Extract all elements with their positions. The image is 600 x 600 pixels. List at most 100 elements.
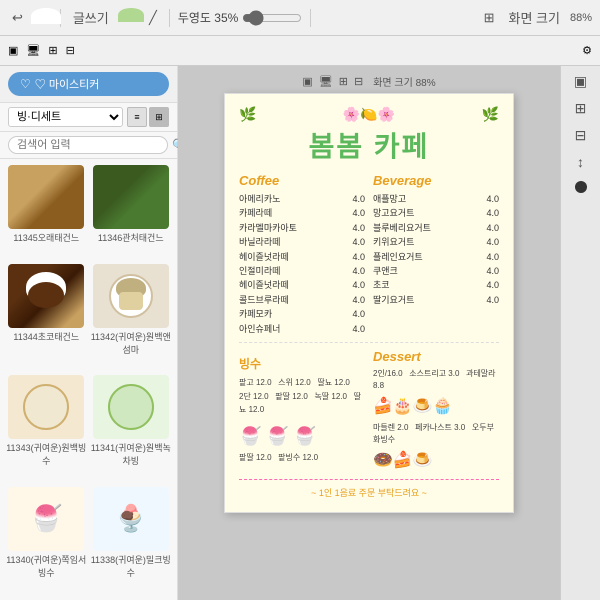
right-panel-btn3[interactable]: ⊟ xyxy=(572,124,590,147)
dessert-section: Dessert 2인/16.0 소스트리고 3.0 과테말라 8.8 🍰🎂🍮🧁 … xyxy=(373,349,499,473)
my-sticker-button[interactable]: ♡ ♡ 마이스티커 xyxy=(8,72,169,96)
undo-button[interactable]: ↩ xyxy=(8,8,27,28)
sticker-thumbnail xyxy=(93,264,169,328)
menu-item: 카페모카4.0 xyxy=(239,307,365,321)
sticker-item[interactable]: 🍧 11340(귀여운)쪽임서빙수 xyxy=(6,487,87,595)
search-input[interactable] xyxy=(8,136,168,154)
dessert-images: 🍰🎂🍮🧁 xyxy=(373,395,499,419)
menu-sections: Coffee 아메리카노4.0 카페라떼4.0 카라멜마카아토4.0 바닐라라떼… xyxy=(239,173,499,336)
menu-item: 카페라떼4.0 xyxy=(239,206,365,220)
sticker-label: 11341(귀여운)원백녹차빙 xyxy=(91,441,172,467)
menu-item: 키위요거트4.0 xyxy=(373,235,499,249)
dessert-title: Dessert xyxy=(373,349,499,364)
toolbar2-icon4[interactable]: ⊟ xyxy=(66,44,75,57)
category-dropdown[interactable]: 빙·디세트 xyxy=(8,107,123,127)
sticker-label: 11343(귀여운)원백빙수 xyxy=(6,441,87,467)
zoom-label: 두영도 35% xyxy=(178,9,238,26)
line-tool-button[interactable]: ╱ xyxy=(145,8,161,28)
sticker-item[interactable]: 11343(귀여운)원백빙수 xyxy=(6,375,87,483)
ice-items: 팥고 12.0 스위 12.0 딸뇨 12.0 2단 12.0 팥딸 12.0 … xyxy=(239,376,365,465)
menu-item: 헤이즐넛라떼4.0 xyxy=(239,250,365,264)
sticker-label: 11346관처태건느 xyxy=(98,231,164,244)
dessert-price-row: 2인/16.0 소스트리고 3.0 과테말라 8.8 xyxy=(373,368,499,392)
search-bar: 🔍 xyxy=(0,132,177,159)
zoom-control: 두영도 35% xyxy=(178,9,302,26)
toolbar-separator3 xyxy=(310,9,311,27)
ice-row: 팥고 12.0 스위 12.0 딸뇨 12.0 xyxy=(239,376,365,390)
zoom-slider[interactable] xyxy=(242,10,302,26)
deco-center: 🌸🍋🌸 xyxy=(343,106,395,123)
ice-row: 2단 12.0 팥딸 12.0 녹딸 12.0 딸뇨 12.0 xyxy=(239,390,365,417)
dessert-items: 2인/16.0 소스트리고 3.0 과테말라 8.8 🍰🎂🍮🧁 마들렌 2.0 … xyxy=(373,368,499,473)
sidebar-top-bar: ♡ ♡ 마이스티커 xyxy=(0,66,177,103)
page-break-line xyxy=(239,479,499,480)
heart-icon: ♡ xyxy=(20,77,31,91)
menu-item: 헤이즐넛라떼4.0 xyxy=(239,278,365,292)
fullscreen-button[interactable]: 화면 크기 xyxy=(505,6,564,29)
sticker-item[interactable]: 11342(귀여운)원백앤섬마 xyxy=(91,264,172,372)
doc-icon4[interactable]: ⊟ xyxy=(354,75,363,88)
menu-item: 아인슈페너4.0 xyxy=(239,322,365,336)
ice-images: 🍧 🍧 🍧 xyxy=(239,421,365,452)
grid-view-button[interactable]: ⊞ xyxy=(149,107,169,127)
right-panel: ▣ ⊞ ⊟ ↕ xyxy=(560,66,600,600)
sticker-item[interactable]: 🍨 11338(귀여운)밀크빙수 xyxy=(91,487,172,595)
sticker-thumbnail: 🍧 xyxy=(8,487,84,551)
user-avatar[interactable] xyxy=(575,181,587,193)
document-area: ▣ 🖥 ⊞ ⊟ 화면 크기 88% 🌿 🌸🍋🌸 🌿 봄봄 카페 Coffee 아… xyxy=(178,66,560,600)
toolbar2-icon3[interactable]: ⊞ xyxy=(48,44,57,57)
menu-item: 쿠앤크4.0 xyxy=(373,264,499,278)
doc-icon2[interactable]: 🖥 xyxy=(319,75,333,88)
view-toggle: ≡ ⊞ xyxy=(127,107,169,127)
right-panel-btn1[interactable]: ▣ xyxy=(571,70,590,93)
sticker-thumbnail xyxy=(8,264,84,328)
sticker-thumbnail xyxy=(8,165,84,229)
dessert-price-row2: 마들렌 2.0 페카나스트 3.0 오두부화빙수 xyxy=(373,422,499,446)
sticker-thumbnail xyxy=(8,375,84,439)
right-panel-btn4[interactable]: ↕ xyxy=(574,151,587,173)
sticker-thumbnail xyxy=(93,375,169,439)
coffee-section: Coffee 아메리카노4.0 카페라떼4.0 카라멜마카아토4.0 바닐라라떼… xyxy=(239,173,365,336)
doc-icon1[interactable]: ▣ xyxy=(302,75,312,88)
sticker-item[interactable]: 11346관처태건느 xyxy=(91,165,172,260)
sticker-grid: 11345오래태건느 11346관처태건느 11344초코태건느 xyxy=(0,159,177,600)
toolbar2-icon5[interactable]: ⚙ xyxy=(582,44,592,57)
sticker-thumbnail xyxy=(93,165,169,229)
beverage-title: Beverage xyxy=(373,173,499,188)
sticker-item[interactable]: 11344초코태건느 xyxy=(6,264,87,372)
deco-right: 🌿 xyxy=(482,106,499,123)
doc-icon3[interactable]: ⊞ xyxy=(339,75,348,88)
sidebar-sub-toolbar: 빙·디세트 ≡ ⊞ xyxy=(0,103,177,132)
ice-title: 빙수 xyxy=(239,355,365,372)
fit-screen-button[interactable]: ⊞ xyxy=(480,8,499,28)
menu-item: 애플망고4.0 xyxy=(373,192,499,206)
coffee-title: Coffee xyxy=(239,173,365,188)
secondary-toolbar: ▣ 🖥 ⊞ ⊟ ⚙ xyxy=(0,36,600,66)
footer-note: ~ 1인 1음료 주문 부탁드려요 ~ xyxy=(239,486,499,499)
fit-percent: 88% xyxy=(570,12,592,24)
beverage-section: Beverage 애플망고4.0 망고요거트4.0 블루베리요거트4.0 키위요… xyxy=(373,173,499,336)
ice-row: 팥딸 12.0 팥빙수 12.0 xyxy=(239,451,365,465)
top-toolbar: ↩ ↪ 글쓰기 ▭ ╱ 두영도 35% ⊞ 화면 크기 88% xyxy=(0,0,600,36)
toolbar-right: ⊞ 화면 크기 88% xyxy=(480,6,592,29)
menu-item: 카라멜마카아토4.0 xyxy=(239,221,365,235)
menu-item: 바닐라라떼4.0 xyxy=(239,235,365,249)
deco-left: 🌿 xyxy=(239,106,256,123)
sticker-item[interactable]: 11341(귀여운)원백녹차빙 xyxy=(91,375,172,483)
menu-item: 콜드브루라떼4.0 xyxy=(239,293,365,307)
menu-item: 딸기요거트4.0 xyxy=(373,293,499,307)
page-size-label: 화면 크기 88% xyxy=(373,74,435,89)
text-tool-button[interactable]: 글쓰기 xyxy=(69,6,113,29)
dessert-images2: 🍩🍰🍮 xyxy=(373,449,499,473)
cafe-title: 봄봄 카페 xyxy=(239,125,499,165)
sticker-item[interactable]: 11345오래태건느 xyxy=(6,165,87,260)
list-view-button[interactable]: ≡ xyxy=(127,107,147,127)
toolbar2-icon2[interactable]: 🖥 xyxy=(26,44,40,57)
toolbar2-icon1[interactable]: ▣ xyxy=(8,44,18,57)
sticker-label: 11344초코태건느 xyxy=(13,330,79,343)
sticker-label: 11342(귀여운)원백앤섬마 xyxy=(91,330,172,356)
sticker-label: 11340(귀여운)쪽임서빙수 xyxy=(6,553,87,579)
right-panel-btn2[interactable]: ⊞ xyxy=(572,97,590,120)
ice-section: 빙수 팥고 12.0 스위 12.0 딸뇨 12.0 2단 12.0 팥딸 12… xyxy=(239,355,365,473)
menu-item: 아메리카노4.0 xyxy=(239,192,365,206)
